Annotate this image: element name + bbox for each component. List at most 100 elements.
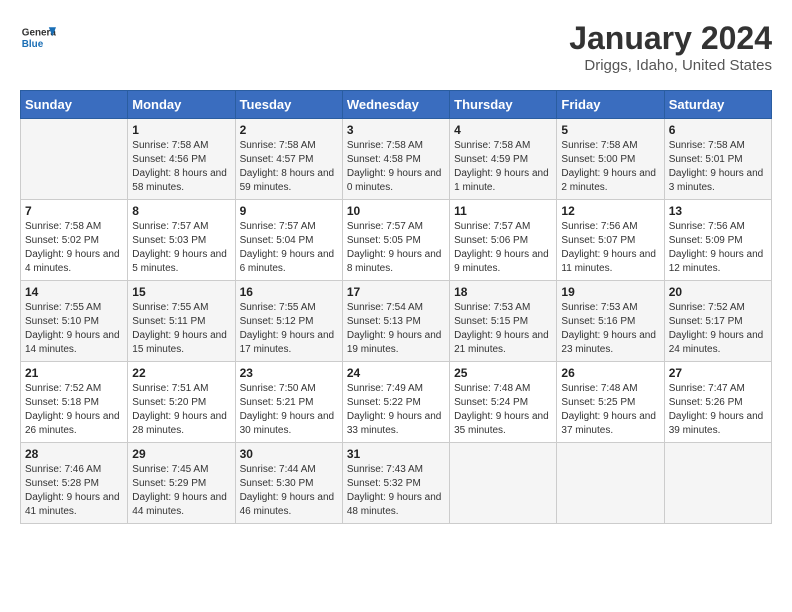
day-cell: 8 Sunrise: 7:57 AM Sunset: 5:03 PM Daylig… [128, 200, 235, 281]
day-number: 26 [561, 366, 659, 380]
logo: General Blue [20, 20, 56, 56]
day-info: Sunrise: 7:58 AM Sunset: 4:57 PM Dayligh… [240, 139, 338, 195]
day-cell: 24Sunrise: 7:49 AM Sunset: 5:22 PM Dayli… [342, 362, 449, 443]
day-number: 12 [561, 204, 659, 218]
day-info: Sunrise: 7:57 AM Sunset: 5:05 PM Dayligh… [347, 220, 445, 276]
day-number: 19 [561, 285, 659, 299]
weekday-header-tuesday: Tuesday [235, 91, 342, 119]
day-number: 3 [347, 123, 445, 137]
day-info: Sunrise: 7:57 AM Sunset: 5:06 PM Dayligh… [454, 220, 552, 276]
day-cell: 21 Sunrise: 7:52 AM Sunset: 5:18 PM Dayli… [21, 362, 128, 443]
day-number: 14 [25, 285, 123, 299]
day-info: Sunrise: 7:58 AM Sunset: 4:59 PM Dayligh… [454, 139, 552, 195]
day-number: 6 [669, 123, 767, 137]
calendar-subtitle: Driggs, Idaho, United States [569, 57, 772, 74]
day-info: Sunrise: 7:48 AM Sunset: 5:25 PM Dayligh… [561, 382, 659, 438]
day-info: Sunrise: 7:53 AM Sunset: 5:16 PM Dayligh… [561, 301, 659, 357]
day-number: 21 [25, 366, 123, 380]
day-number: 15 [132, 285, 230, 299]
day-info: Sunrise: 7:58 AM Sunset: 5:02 PM Dayligh… [25, 220, 123, 276]
day-cell: 13Sunrise: 7:56 AM Sunset: 5:09 PM Dayli… [664, 200, 771, 281]
day-number: 29 [132, 447, 230, 461]
weekday-header-sunday: Sunday [21, 91, 128, 119]
weekday-header-monday: Monday [128, 91, 235, 119]
day-cell: 7 Sunrise: 7:58 AM Sunset: 5:02 PM Daylig… [21, 200, 128, 281]
day-info: Sunrise: 7:48 AM Sunset: 5:24 PM Dayligh… [454, 382, 552, 438]
day-number: 8 [132, 204, 230, 218]
day-number: 11 [454, 204, 552, 218]
header: General Blue January 2024 Driggs, Idaho,… [20, 20, 772, 74]
svg-text:Blue: Blue [22, 39, 44, 50]
calendar-title: January 2024 [569, 20, 772, 57]
weekday-header-friday: Friday [557, 91, 664, 119]
day-cell [450, 443, 557, 524]
day-number: 2 [240, 123, 338, 137]
day-number: 17 [347, 285, 445, 299]
day-number: 9 [240, 204, 338, 218]
day-cell: 25Sunrise: 7:48 AM Sunset: 5:24 PM Dayli… [450, 362, 557, 443]
day-cell: 5 Sunrise: 7:58 AM Sunset: 5:00 PM Daylig… [557, 119, 664, 200]
day-number: 7 [25, 204, 123, 218]
day-info: Sunrise: 7:55 AM Sunset: 5:10 PM Dayligh… [25, 301, 123, 357]
weekday-header-row: SundayMondayTuesdayWednesdayThursdayFrid… [21, 91, 772, 119]
day-cell: 10 Sunrise: 7:57 AM Sunset: 5:05 PM Dayli… [342, 200, 449, 281]
day-cell [664, 443, 771, 524]
day-cell: 18Sunrise: 7:53 AM Sunset: 5:15 PM Dayli… [450, 281, 557, 362]
day-number: 22 [132, 366, 230, 380]
day-info: Sunrise: 7:58 AM Sunset: 5:00 PM Dayligh… [561, 139, 659, 195]
day-info: Sunrise: 7:43 AM Sunset: 5:32 PM Dayligh… [347, 463, 445, 519]
day-cell: 11 Sunrise: 7:57 AM Sunset: 5:06 PM Dayli… [450, 200, 557, 281]
calendar-table: SundayMondayTuesdayWednesdayThursdayFrid… [20, 90, 772, 524]
day-cell: 17 Sunrise: 7:54 AM Sunset: 5:13 PM Dayli… [342, 281, 449, 362]
week-row-3: 14 Sunrise: 7:55 AM Sunset: 5:10 PM Dayli… [21, 281, 772, 362]
day-info: Sunrise: 7:46 AM Sunset: 5:28 PM Dayligh… [25, 463, 123, 519]
day-number: 5 [561, 123, 659, 137]
day-number: 16 [240, 285, 338, 299]
day-number: 31 [347, 447, 445, 461]
day-cell: 3 Sunrise: 7:58 AM Sunset: 4:58 PM Daylig… [342, 119, 449, 200]
day-info: Sunrise: 7:47 AM Sunset: 5:26 PM Dayligh… [669, 382, 767, 438]
day-info: Sunrise: 7:57 AM Sunset: 5:03 PM Dayligh… [132, 220, 230, 276]
day-number: 10 [347, 204, 445, 218]
day-info: Sunrise: 7:45 AM Sunset: 5:29 PM Dayligh… [132, 463, 230, 519]
day-cell: 29 Sunrise: 7:45 AM Sunset: 5:29 PM Dayli… [128, 443, 235, 524]
day-cell [557, 443, 664, 524]
day-info: Sunrise: 7:55 AM Sunset: 5:12 PM Dayligh… [240, 301, 338, 357]
day-info: Sunrise: 7:57 AM Sunset: 5:04 PM Dayligh… [240, 220, 338, 276]
day-cell: 31 Sunrise: 7:43 AM Sunset: 5:32 PM Dayli… [342, 443, 449, 524]
day-info: Sunrise: 7:44 AM Sunset: 5:30 PM Dayligh… [240, 463, 338, 519]
day-info: Sunrise: 7:54 AM Sunset: 5:13 PM Dayligh… [347, 301, 445, 357]
day-cell: 20Sunrise: 7:52 AM Sunset: 5:17 PM Dayli… [664, 281, 771, 362]
logo-icon: General Blue [20, 20, 56, 56]
day-info: Sunrise: 7:58 AM Sunset: 4:56 PM Dayligh… [132, 139, 230, 195]
day-info: Sunrise: 7:52 AM Sunset: 5:18 PM Dayligh… [25, 382, 123, 438]
day-cell: 28 Sunrise: 7:46 AM Sunset: 5:28 PM Dayli… [21, 443, 128, 524]
day-cell: 4 Sunrise: 7:58 AM Sunset: 4:59 PM Daylig… [450, 119, 557, 200]
day-number: 23 [240, 366, 338, 380]
day-number: 27 [669, 366, 767, 380]
day-info: Sunrise: 7:51 AM Sunset: 5:20 PM Dayligh… [132, 382, 230, 438]
day-cell: 19 Sunrise: 7:53 AM Sunset: 5:16 PM Dayli… [557, 281, 664, 362]
day-cell: 6 Sunrise: 7:58 AM Sunset: 5:01 PM Daylig… [664, 119, 771, 200]
day-number: 30 [240, 447, 338, 461]
week-row-4: 21 Sunrise: 7:52 AM Sunset: 5:18 PM Dayli… [21, 362, 772, 443]
day-info: Sunrise: 7:58 AM Sunset: 4:58 PM Dayligh… [347, 139, 445, 195]
day-info: Sunrise: 7:49 AM Sunset: 5:22 PM Dayligh… [347, 382, 445, 438]
week-row-2: 7 Sunrise: 7:58 AM Sunset: 5:02 PM Daylig… [21, 200, 772, 281]
day-info: Sunrise: 7:56 AM Sunset: 5:07 PM Dayligh… [561, 220, 659, 276]
day-cell: 15Sunrise: 7:55 AM Sunset: 5:11 PM Dayli… [128, 281, 235, 362]
weekday-header-saturday: Saturday [664, 91, 771, 119]
day-cell: 1 Sunrise: 7:58 AM Sunset: 4:56 PM Daylig… [128, 119, 235, 200]
week-row-5: 28 Sunrise: 7:46 AM Sunset: 5:28 PM Dayli… [21, 443, 772, 524]
day-number: 28 [25, 447, 123, 461]
day-cell: 30 Sunrise: 7:44 AM Sunset: 5:30 PM Dayli… [235, 443, 342, 524]
day-cell [21, 119, 128, 200]
day-info: Sunrise: 7:58 AM Sunset: 5:01 PM Dayligh… [669, 139, 767, 195]
weekday-header-thursday: Thursday [450, 91, 557, 119]
day-number: 4 [454, 123, 552, 137]
day-cell: 22 Sunrise: 7:51 AM Sunset: 5:20 PM Dayli… [128, 362, 235, 443]
title-area: January 2024 Driggs, Idaho, United State… [569, 20, 772, 74]
day-number: 1 [132, 123, 230, 137]
day-cell: 16 Sunrise: 7:55 AM Sunset: 5:12 PM Dayli… [235, 281, 342, 362]
day-number: 20 [669, 285, 767, 299]
